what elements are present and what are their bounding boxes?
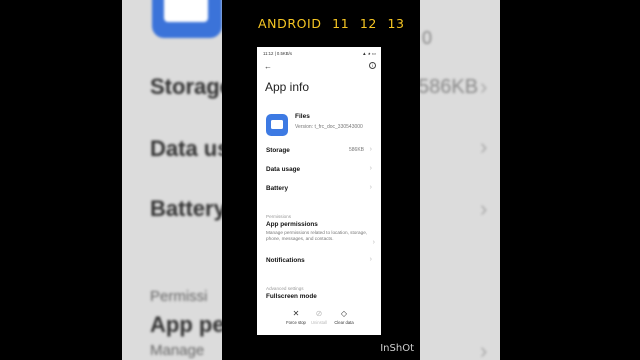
storage-label: Storage	[266, 147, 290, 154]
chevron-right-icon: ›	[372, 239, 375, 246]
app-version: Version: t_frc_doc_330543000	[295, 124, 363, 130]
chevron-right-icon: ›	[369, 184, 372, 191]
app-name: Files	[295, 113, 310, 120]
bottom-action-bar: ✕ Force stop ⊘ Uninstall ◇ Clear data	[257, 301, 381, 335]
back-arrow-icon[interactable]: ←	[264, 62, 272, 71]
phone-screen: 11:12 | 0.5KB/s ▲ ◕ ▭ ← i App info Files…	[257, 47, 381, 335]
background-data-usage-text: Data us	[150, 136, 222, 161]
notifications-row[interactable]: Notifications ›	[266, 256, 376, 264]
chevron-right-icon: ›	[369, 256, 372, 263]
background-permissions-text: Permissi	[150, 288, 208, 305]
background-chevron-right-icon: ›	[480, 134, 488, 159]
clear-data-label: Clear data	[334, 320, 354, 325]
chevron-right-icon: ›	[369, 165, 372, 172]
storage-row[interactable]: Storage 586KB ›	[266, 146, 376, 154]
video-caption: ANDROID 11 12 13	[258, 16, 405, 31]
data-usage-label: Data usage	[266, 166, 301, 173]
fullscreen-mode-label: Fullscreen mode	[266, 293, 317, 300]
uninstall-label: Uninstall	[310, 320, 328, 325]
info-icon[interactable]: i	[369, 62, 376, 69]
force-stop-label: Force stop	[286, 320, 306, 325]
inshot-watermark: InShOt	[380, 343, 414, 354]
advanced-settings-label: Advanced settings	[266, 286, 304, 291]
page-title: App info	[265, 80, 310, 94]
battery-row[interactable]: Battery ›	[266, 184, 376, 192]
background-manage-text: Manage	[150, 342, 205, 359]
background-chevron-right-icon: ›	[480, 74, 488, 99]
notifications-label: Notifications	[266, 257, 305, 264]
background-zoom-left: Storage Data us Battery Permissi App pe …	[122, 0, 222, 360]
background-zero-text: 0	[422, 28, 433, 48]
app-permissions-description: Manage permissions related to location, …	[266, 230, 368, 241]
fullscreen-mode-row[interactable]: Fullscreen mode	[266, 293, 376, 300]
permissions-section-label: Permissions	[266, 214, 292, 219]
app-permissions-row[interactable]: App permissions	[266, 221, 318, 228]
background-chevron-right-icon: ›	[480, 196, 488, 221]
background-battery-text: Battery	[150, 196, 222, 221]
status-bar-time: 11:12 | 0.5KB/s	[263, 51, 292, 56]
battery-label: Battery	[266, 185, 289, 192]
storage-value: 586KB	[348, 147, 364, 153]
background-app-permissions-text: App pe	[150, 312, 222, 337]
background-size-text: 586KB	[420, 76, 479, 98]
status-bar-icons: ▲ ◕ ▭	[362, 51, 376, 56]
chevron-right-icon: ›	[369, 146, 372, 153]
background-zoom-right: 0 586KB › › › ›	[420, 0, 500, 360]
clear-data-button[interactable]: ◇ Clear data	[329, 309, 359, 325]
files-app-icon	[266, 114, 288, 136]
background-files-icon	[152, 0, 222, 38]
data-usage-row[interactable]: Data usage ›	[266, 165, 376, 173]
background-chevron-right-icon: ›	[480, 338, 488, 360]
background-storage-text: Storage	[150, 74, 222, 99]
eraser-icon: ◇	[340, 309, 348, 318]
